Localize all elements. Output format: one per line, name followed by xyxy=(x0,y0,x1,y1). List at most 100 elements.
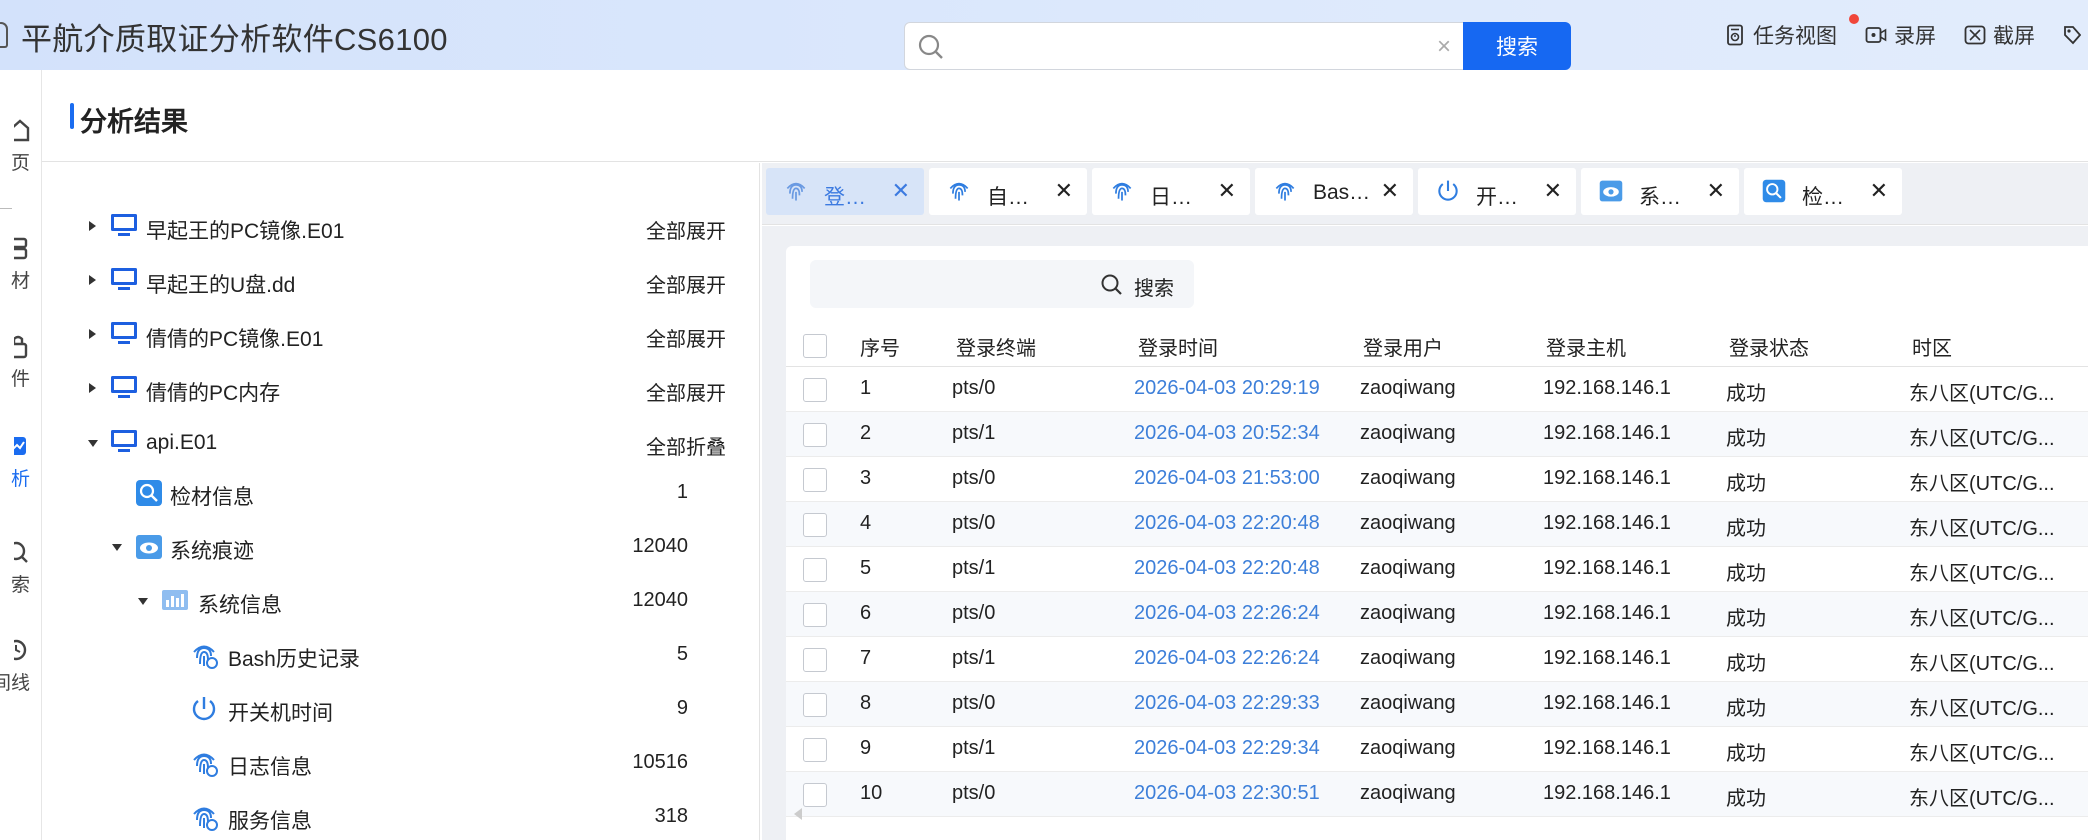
tab-evidence-info[interactable]: 检… ✕ xyxy=(1744,168,1902,215)
tree-node[interactable]: Bash历史记录 5 xyxy=(42,637,760,677)
close-icon[interactable]: ✕ xyxy=(1707,178,1725,204)
tree-node[interactable]: 系统信息 12040 xyxy=(42,583,760,623)
expand-all-link[interactable]: 全部展开 xyxy=(646,323,726,352)
close-icon[interactable]: ✕ xyxy=(1055,178,1073,204)
column-header[interactable]: 登录主机 xyxy=(1546,332,1626,361)
table-row[interactable]: 8 pts/0 2026-04-03 22:29:33 zaoqiwang 192.16… xyxy=(786,682,2088,727)
record-screen-button[interactable]: 录屏 xyxy=(1865,20,1936,50)
table-cell[interactable]: 2026-04-03 20:29:19 xyxy=(1134,377,1320,400)
search-icon xyxy=(14,541,28,563)
row-checkbox[interactable] xyxy=(803,693,827,717)
row-checkbox[interactable] xyxy=(803,378,827,402)
row-checkbox[interactable] xyxy=(803,648,827,672)
tree-node[interactable]: 倩倩的PC镜像.E01 全部展开 xyxy=(42,317,760,357)
table-cell[interactable]: 2026-04-03 20:52:34 xyxy=(1134,422,1320,445)
tree-node-label: 早起王的U盘.dd xyxy=(146,274,296,297)
table-cell[interactable]: 2026-04-03 22:20:48 xyxy=(1134,557,1320,580)
scroll-left-arrow-icon[interactable] xyxy=(794,808,802,820)
table-row[interactable]: 1 pts/0 2026-04-03 20:29:19 zaoqiwang 192.16… xyxy=(786,367,2088,412)
nav-analysis[interactable]: 析 xyxy=(0,434,30,491)
table-cell: 192.168.146.1 xyxy=(1543,467,1671,489)
close-icon[interactable]: ✕ xyxy=(1544,178,1562,204)
row-checkbox[interactable] xyxy=(803,513,827,537)
nav-case[interactable]: 件 xyxy=(0,334,30,391)
row-checkbox[interactable] xyxy=(803,783,827,807)
table-search-button[interactable]: 搜索 xyxy=(810,260,1194,308)
table-row[interactable]: 3 pts/0 2026-04-03 21:53:00 zaoqiwang 192.16… xyxy=(786,457,2088,502)
table-cell: 1 xyxy=(860,377,872,399)
nav-evidence[interactable]: 材 xyxy=(0,236,30,293)
tree-node[interactable]: api.E01 全部折叠 xyxy=(42,425,760,465)
tree-node[interactable]: 服务信息 318 xyxy=(42,799,760,839)
table-cell: 东八区(UTC/G... xyxy=(1909,788,2055,810)
table-row[interactable]: 5 pts/1 2026-04-03 22:20:48 zaoqiwang 192.16… xyxy=(786,547,2088,592)
table-cell[interactable]: 2026-04-03 22:30:51 xyxy=(1134,782,1320,805)
results-search-button[interactable]: 搜索 xyxy=(1463,22,1571,70)
expand-all-link[interactable]: 全部展开 xyxy=(646,377,726,406)
tree-node-label: 早起王的PC镜像.E01 xyxy=(146,220,345,243)
tree-node[interactable]: 开关机时间 9 xyxy=(42,691,760,731)
tree-node[interactable]: 早起王的PC镜像.E01 全部展开 xyxy=(42,209,760,249)
tab-log-info[interactable]: 日… ✕ xyxy=(1092,168,1250,215)
collapse-all-link[interactable]: 全部折叠 xyxy=(646,431,726,460)
column-header[interactable]: 序号 xyxy=(860,332,900,361)
expand-all-link[interactable]: 全部展开 xyxy=(646,215,726,244)
column-header[interactable]: 登录状态 xyxy=(1729,332,1809,361)
table-cell[interactable]: 2026-04-03 22:26:24 xyxy=(1134,602,1320,625)
close-icon[interactable]: ✕ xyxy=(1870,178,1888,204)
close-icon[interactable]: ✕ xyxy=(892,178,910,204)
table-cell[interactable]: 2026-04-03 22:29:33 xyxy=(1134,692,1320,715)
expand-arrow-icon[interactable] xyxy=(89,329,96,339)
row-checkbox[interactable] xyxy=(803,468,827,492)
row-checkbox[interactable] xyxy=(803,603,827,627)
table-row[interactable]: 9 pts/1 2026-04-03 22:29:34 zaoqiwang 192.16… xyxy=(786,727,2088,772)
table-cell: 东八区(UTC/G... xyxy=(1909,743,2055,765)
expand-arrow-icon[interactable] xyxy=(89,275,96,285)
column-header[interactable]: 时区 xyxy=(1912,332,1952,361)
column-header[interactable]: 登录时间 xyxy=(1138,332,1218,361)
collapse-arrow-icon[interactable] xyxy=(138,598,148,605)
row-checkbox[interactable] xyxy=(803,423,827,447)
tree-node[interactable]: 系统痕迹 12040 xyxy=(42,529,760,569)
expand-arrow-icon[interactable] xyxy=(89,221,96,231)
tag-button[interactable] xyxy=(2063,25,2088,45)
table-row[interactable]: 2 pts/1 2026-04-03 20:52:34 zaoqiwang 192.16… xyxy=(786,412,2088,457)
nav-timeline[interactable]: 间线 xyxy=(0,638,30,695)
clear-search-icon[interactable]: × xyxy=(1437,33,1451,61)
tab-login-info[interactable]: 登… ✕ xyxy=(766,168,924,215)
tab-autostart[interactable]: 自… ✕ xyxy=(929,168,1087,215)
column-header[interactable]: 登录终端 xyxy=(956,332,1036,361)
table-row[interactable]: 4 pts/0 2026-04-03 22:20:48 zaoqiwang 192.16… xyxy=(786,502,2088,547)
close-icon[interactable]: ✕ xyxy=(1381,178,1399,204)
collapse-arrow-icon[interactable] xyxy=(88,440,98,447)
nav-home[interactable]: 页 xyxy=(0,118,30,175)
tab-bash-history[interactable]: Bas… ✕ xyxy=(1255,168,1413,215)
select-all-checkbox[interactable] xyxy=(803,334,827,358)
table-row[interactable]: 10 pts/0 2026-04-03 22:30:51 zaoqiwang 192.1… xyxy=(786,772,2088,817)
table-row[interactable]: 6 pts/0 2026-04-03 22:26:24 zaoqiwang 192.16… xyxy=(786,592,2088,637)
results-search-input[interactable] xyxy=(957,29,1397,63)
tree-node[interactable]: 日志信息 10516 xyxy=(42,745,760,785)
table-cell[interactable]: 2026-04-03 21:53:00 xyxy=(1134,467,1320,490)
table-cell: 192.168.146.1 xyxy=(1543,512,1671,534)
table-cell[interactable]: 2026-04-03 22:29:34 xyxy=(1134,737,1320,760)
expand-arrow-icon[interactable] xyxy=(89,383,96,393)
task-view-button[interactable]: 任务视图 xyxy=(1726,14,1859,50)
table-cell[interactable]: 2026-04-03 22:20:48 xyxy=(1134,512,1320,535)
table-cell[interactable]: 2026-04-03 22:26:24 xyxy=(1134,647,1320,670)
screenshot-button[interactable]: 截屏 xyxy=(1964,20,2035,50)
table-row[interactable]: 7 pts/1 2026-04-03 22:26:24 zaoqiwang 192.16… xyxy=(786,637,2088,682)
tab-system-trace[interactable]: 系… ✕ xyxy=(1581,168,1739,215)
expand-all-link[interactable]: 全部展开 xyxy=(646,269,726,298)
row-checkbox[interactable] xyxy=(803,558,827,582)
collapse-arrow-icon[interactable] xyxy=(112,544,122,551)
tree-node[interactable]: 早起王的U盘.dd 全部展开 xyxy=(42,263,760,303)
home-icon xyxy=(14,119,30,142)
tree-node[interactable]: 检材信息 1 xyxy=(42,475,760,515)
nav-search[interactable]: 索 xyxy=(0,540,30,597)
close-icon[interactable]: ✕ xyxy=(1218,178,1236,204)
column-header[interactable]: 登录用户 xyxy=(1363,332,1443,361)
tree-node[interactable]: 倩倩的PC内存 全部展开 xyxy=(42,371,760,411)
tab-power-time[interactable]: 开… ✕ xyxy=(1418,168,1576,215)
row-checkbox[interactable] xyxy=(803,738,827,762)
